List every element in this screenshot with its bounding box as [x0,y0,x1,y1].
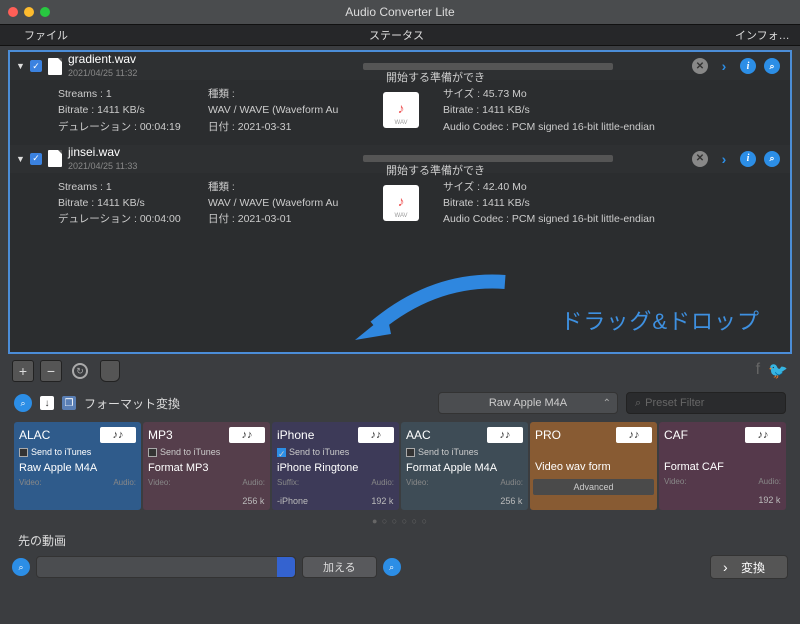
music-icon: ♪♪ [100,427,136,443]
facebook-icon[interactable]: f [756,361,760,381]
preset-card-mp3[interactable]: MP3♪♪ Send to iTunes Format MP3 Video:Au… [143,422,270,510]
date-label: 日付 : 2021-03-01 [208,211,383,227]
codec: Audio Codec : PCM signed 16-bit little-e… [443,119,782,135]
size: サイズ : 45.73 Mo [443,86,782,102]
file-details: Streams : 1 Bitrate : 1411 KB/s デュレーション … [10,80,790,145]
status-text: 開始する準備ができ [386,162,485,178]
send-to-itunes-checkbox[interactable]: Send to iTunes [406,447,523,457]
status-text: 開始する準備ができ [386,69,485,85]
codec: Audio Codec : PCM signed 16-bit little-e… [443,211,782,227]
checkbox[interactable]: ✓ [30,153,42,165]
page-indicator[interactable]: ● ○ ○ ○ ○ ○ [0,510,800,532]
cancel-button[interactable]: ✕ [692,58,708,74]
format-select[interactable]: Raw Apple M4A [438,392,618,414]
file-date: 2021/04/25 11:33 [68,161,363,171]
preset-filter-input[interactable]: ⌕ Preset Filter [626,392,786,414]
twitter-icon[interactable]: 🐦 [768,361,788,381]
send-to-itunes-checkbox[interactable]: Send to iTunes [148,447,265,457]
convert-button[interactable]: 変換 [710,555,788,579]
destination-select[interactable]: ▲▼ [36,556,296,578]
thumbnail-icon: WAV [383,92,419,128]
dragdrop-hint: ドラッグ&ドロップ [560,304,760,336]
file-name: jinsei.wav [68,146,363,160]
kind-label: 種類 : [208,179,383,195]
format-row: ⌕ ↓ ❐ フォーマット変換 Raw Apple M4A ⌕ Preset Fi… [0,388,800,422]
music-icon: ♪♪ [229,427,265,443]
preset-card-iphone[interactable]: iPhone♪♪ ✓Send to iTunes iPhone Ringtone… [272,422,399,510]
column-headers: ファイル ステータス インフォ… [0,24,800,46]
file-icon [48,58,62,75]
disclosure-icon[interactable]: ▼ [16,61,26,71]
reveal-button[interactable]: ⌕ [764,151,780,167]
streams: Streams : 1 [58,86,208,102]
search-destination-icon[interactable]: ⌕ [12,558,30,576]
kind: WAV / WAVE (Waveform Au [208,102,383,118]
file-date: 2021/04/25 11:32 [68,68,363,78]
thumbnail-icon: WAV [383,185,419,221]
reveal-destination-icon[interactable]: ⌕ [383,558,401,576]
preset-card-pro[interactable]: PRO♪♪ Video wav form Advanced [530,422,657,510]
bitrate: Bitrate : 1411 KB/s [58,195,208,211]
streams: Streams : 1 [58,179,208,195]
add-button[interactable]: + [12,360,34,382]
bitrate: Bitrate : 1411 KB/s [58,102,208,118]
destination-label: 先の動画 [0,532,800,549]
reveal-button[interactable]: ⌕ [764,58,780,74]
remove-button[interactable]: − [40,360,62,382]
size: サイズ : 42.40 Mo [443,179,782,195]
cancel-button[interactable]: ✕ [692,151,708,167]
file-icon [48,150,62,167]
preset-cards: ALAC♪♪ Send to iTunes Raw Apple M4A Vide… [0,422,800,510]
advanced-button[interactable]: Advanced [533,479,654,495]
duration: デュレーション : 00:04:19 [58,119,208,135]
file-row[interactable]: ▼ ✓ gradient.wav 2021/04/25 11:32 開始する準備… [10,52,790,80]
file-details: Streams : 1 Bitrate : 1411 KB/s デュレーション … [10,173,790,238]
chevron-right-icon[interactable]: › [716,58,732,74]
file-name: gradient.wav [68,53,363,67]
checkbox[interactable]: ✓ [30,60,42,72]
info-button[interactable]: i [740,151,756,167]
search-icon[interactable]: ⌕ [14,394,32,412]
kind-label: 種類 : [208,86,383,102]
titlebar: Audio Converter Lite [0,0,800,24]
arrow-annotation [355,272,515,342]
file-row[interactable]: ▼ ✓ jinsei.wav 2021/04/25 11:33 開始する準備がで… [10,145,790,173]
chevron-right-icon[interactable]: › [716,151,732,167]
info-button[interactable]: i [740,58,756,74]
col-info[interactable]: インフォ… [735,27,800,43]
bitrate2: Bitrate : 1411 KB/s [443,195,782,211]
format-label: フォーマット変換 [84,395,180,412]
preset-card-alac[interactable]: ALAC♪♪ Send to iTunes Raw Apple M4A Vide… [14,422,141,510]
file-drop-zone[interactable]: ▼ ✓ gradient.wav 2021/04/25 11:32 開始する準備… [8,50,792,354]
app-window: Audio Converter Lite ファイル ステータス インフォ… ▼ … [0,0,800,624]
refresh-button[interactable]: ↻ [72,363,88,379]
bottom-row: ⌕ ▲▼ 加える ⌕ 変換 [0,549,800,585]
send-to-itunes-checkbox[interactable]: Send to iTunes [19,447,136,457]
date-label: 日付 : 2021-03-31 [208,119,383,135]
kind: WAV / WAVE (Waveform Au [208,195,383,211]
download-icon[interactable]: ↓ [40,396,54,410]
send-to-itunes-checkbox[interactable]: ✓Send to iTunes [277,447,394,457]
duration: デュレーション : 00:04:00 [58,211,208,227]
col-file[interactable]: ファイル [24,27,369,43]
window-title: Audio Converter Lite [0,5,800,19]
preset-card-aac[interactable]: AAC♪♪ Send to iTunes Format Apple M4A Vi… [401,422,528,510]
document-icon[interactable]: ❐ [62,396,76,410]
list-toolbar: + − ↻ f 🐦 [0,354,800,388]
disclosure-icon[interactable]: ▼ [16,154,26,164]
bitrate2: Bitrate : 1411 KB/s [443,102,782,118]
col-status[interactable]: ステータス [369,27,735,43]
trash-button[interactable] [100,360,120,382]
add-destination-button[interactable]: 加える [302,556,377,578]
preset-card-caf[interactable]: CAF♪♪ Format CAF Video:Audio:192 k [659,422,786,510]
